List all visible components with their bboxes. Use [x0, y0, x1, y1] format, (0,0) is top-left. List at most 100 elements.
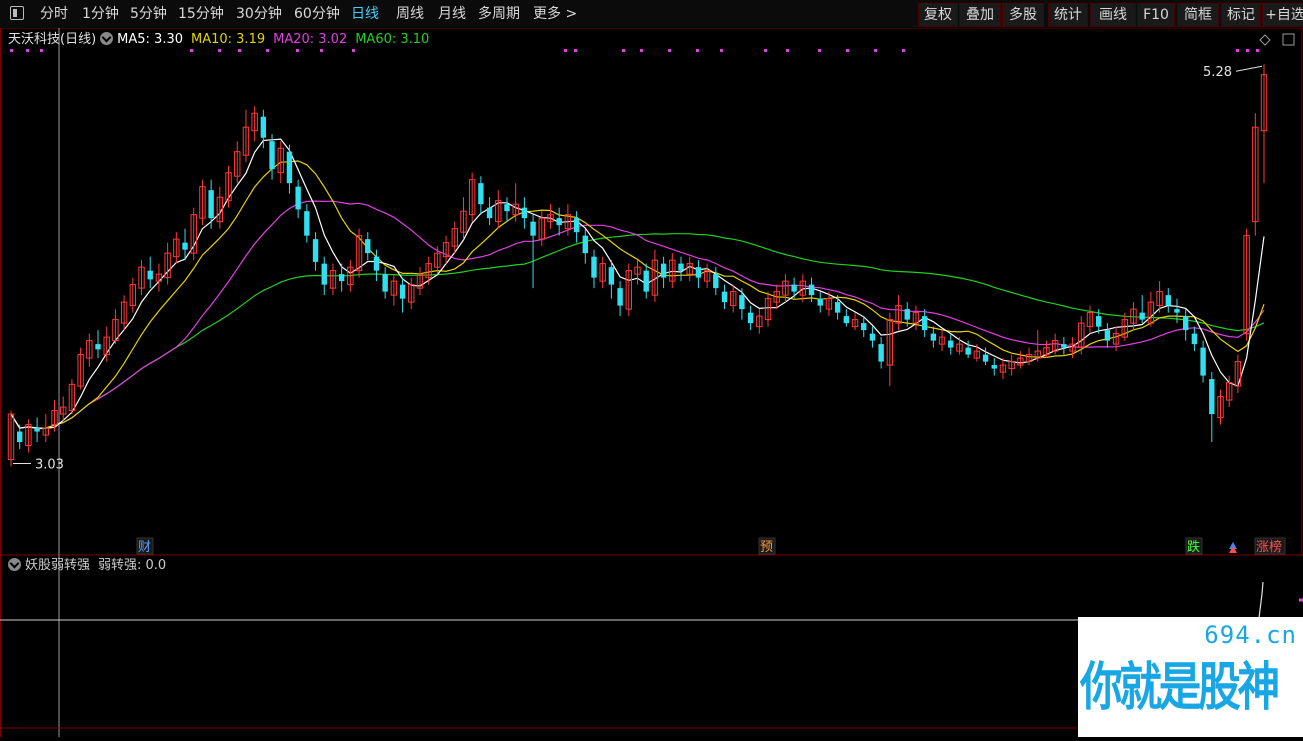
candle-body — [1191, 333, 1198, 345]
ma-label-0: MA5: 3.30 — [117, 32, 183, 47]
candle-body — [817, 298, 823, 306]
signal-dot — [764, 49, 767, 52]
candle-body — [1209, 379, 1215, 415]
signal-dot — [874, 49, 877, 52]
candle-body — [295, 186, 301, 210]
candle-body — [1200, 347, 1206, 376]
candle-body — [582, 235, 588, 254]
indicator-name: 妖股弱转强 — [25, 558, 91, 573]
candle-body — [791, 284, 797, 292]
candle-body — [678, 263, 684, 271]
candle-body — [17, 431, 23, 443]
candle-body — [904, 309, 910, 320]
candle-body — [747, 312, 754, 324]
candle-body — [982, 354, 989, 362]
period-tab-6[interactable]: 日线 — [351, 4, 379, 24]
period-tab-4[interactable]: 30分钟 — [236, 4, 282, 24]
period-tab-1[interactable]: 1分钟 — [82, 4, 119, 24]
kline-chart-panel[interactable]: 5.28 3.03 财 预 跌 涨榜 — [0, 28, 1303, 556]
tool-button-7[interactable]: 标记 — [1221, 3, 1261, 27]
event-marker-3: 涨榜 — [1256, 539, 1282, 555]
tool-button-3[interactable]: 统计 — [1048, 3, 1088, 27]
high-price-label: 5.28 — [1203, 65, 1232, 80]
candle-body — [399, 284, 406, 299]
candle-body — [591, 256, 597, 278]
ma10-line — [10, 160, 1265, 429]
period-tab-7[interactable]: 周线 — [396, 4, 424, 24]
tool-button-1[interactable]: 叠加 — [959, 3, 1001, 27]
tool-button-4[interactable]: 画线 — [1090, 3, 1136, 27]
signal-dot — [696, 49, 699, 52]
event-marker-0: 财 — [138, 540, 151, 555]
candle-body — [260, 116, 267, 138]
candle-body — [834, 302, 841, 313]
signal-dot — [574, 49, 577, 52]
ma-label-3: MA60: 3.10 — [355, 32, 430, 47]
signal-dot — [818, 49, 821, 52]
ma-label-1: MA10: 3.19 — [191, 32, 266, 47]
candle-body — [991, 365, 997, 369]
candle-body — [373, 256, 380, 271]
diamond-icon — [1259, 34, 1271, 46]
ma-info-line: 天沃科技(日线) MA5: 3.30 MA10: 3.19 MA20: 3.02 MA6… — [8, 30, 437, 50]
signal-dot — [640, 49, 643, 52]
signal-dot — [1246, 49, 1249, 52]
candle-body — [208, 190, 214, 219]
site-watermark: 694.cn 你就是股神 — [1078, 617, 1303, 737]
signal-dot — [786, 49, 789, 52]
signal-dot — [846, 49, 849, 52]
candle-body — [878, 344, 884, 362]
tool-button-6[interactable]: 简框 — [1177, 3, 1219, 27]
signal-dot — [668, 49, 671, 52]
tool-button-2[interactable]: 多股 — [1002, 3, 1044, 27]
candle-body — [95, 344, 101, 350]
candle-body — [1139, 312, 1145, 320]
candle-body — [608, 267, 615, 285]
chevron-down-icon[interactable] — [8, 558, 21, 571]
candle-body — [486, 207, 493, 219]
candle-body — [1182, 316, 1189, 331]
candle-body — [573, 218, 580, 233]
period-tab-9[interactable]: 多周期 — [478, 4, 520, 24]
period-tab-8[interactable]: 月线 — [438, 4, 466, 24]
panel-icon — [1282, 33, 1295, 46]
candle-body — [861, 323, 867, 331]
tool-button-5[interactable]: F10 — [1137, 3, 1175, 27]
candle-body — [808, 284, 815, 296]
chevron-down-icon[interactable] — [100, 32, 114, 45]
candle-body — [843, 316, 850, 324]
candle-body — [869, 333, 876, 341]
candle-body — [948, 340, 954, 348]
candle-body — [1095, 316, 1102, 327]
candle-body — [269, 141, 275, 170]
period-tab-10[interactable]: 更多 > — [533, 4, 577, 24]
candle-body — [530, 221, 536, 236]
ma-label-2: MA20: 3.02 — [273, 32, 348, 47]
candle-body — [739, 295, 745, 310]
tool-button-0[interactable]: 复权 — [918, 3, 958, 27]
panel-toggle-icon[interactable] — [10, 6, 24, 20]
candle-body — [504, 204, 510, 212]
candle-body — [478, 183, 484, 205]
candle-body — [312, 239, 319, 262]
tool-button-8[interactable]: +自选 — [1262, 3, 1303, 27]
period-tab-5[interactable]: 60分钟 — [294, 4, 340, 24]
candle-body — [321, 263, 327, 285]
candle-body — [556, 218, 562, 226]
candle-body — [365, 239, 371, 254]
candle-body — [1061, 344, 1067, 348]
candle-body — [930, 333, 937, 341]
signal-dot — [720, 49, 723, 52]
signal-dot — [564, 49, 567, 52]
indicator-value: 弱转强: 0.0 — [98, 558, 167, 573]
signal-dot — [1236, 49, 1239, 52]
candle-body — [660, 263, 667, 278]
period-tab-3[interactable]: 15分钟 — [178, 4, 224, 24]
period-tab-2[interactable]: 5分钟 — [130, 4, 167, 24]
event-marker-1: 预 — [760, 540, 773, 555]
signal-dot — [902, 49, 905, 52]
kline-chart[interactable]: 5.28 3.03 财 预 跌 涨榜 — [0, 28, 1303, 556]
candle-body — [921, 316, 928, 331]
candle-body — [286, 151, 293, 184]
period-tab-0[interactable]: 分时 — [40, 4, 68, 24]
